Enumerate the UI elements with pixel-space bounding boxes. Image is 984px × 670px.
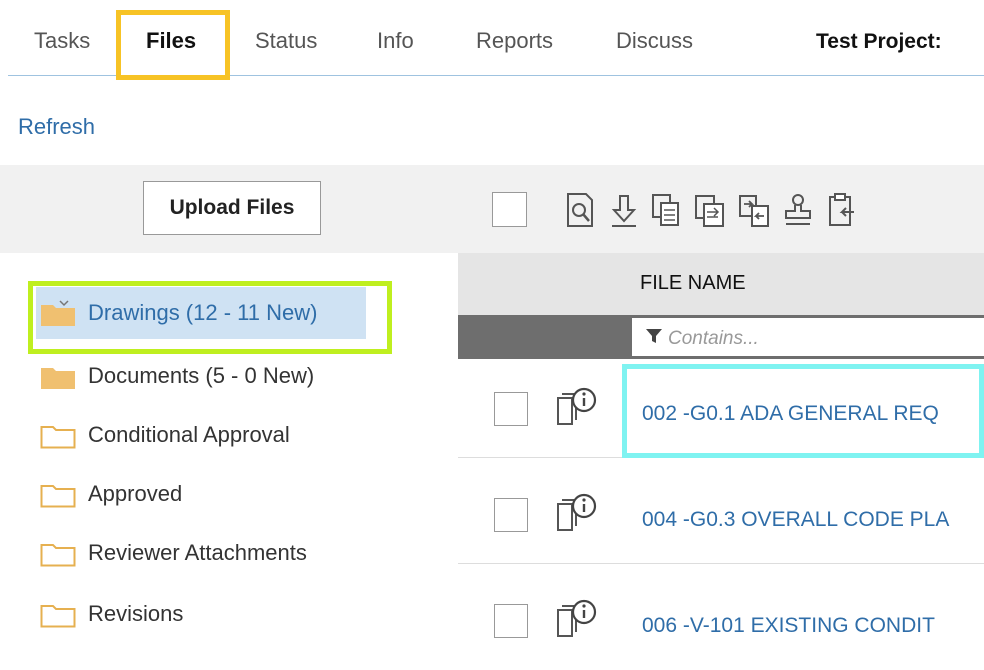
folder-label: Revisions [88,601,184,626]
highlight-files-tab [116,10,230,80]
folder-documents[interactable]: Documents (5 - 0 New) [40,356,314,396]
file-info-icon[interactable] [554,386,598,426]
table-row[interactable]: 006 -V-101 EXISTING CONDIT [458,572,984,670]
folder-conditional-approval[interactable]: Conditional Approval [40,415,290,455]
project-title: Test Project: [816,30,942,53]
highlight-first-file [622,364,984,458]
clipboard-icon[interactable] [824,190,860,230]
tab-bar: Tasks Files Status Info Reports Discuss … [0,0,984,80]
search-document-icon[interactable] [562,190,598,230]
row-checkbox[interactable] [494,498,528,532]
tab-status[interactable]: Status [255,28,317,54]
copy-icon[interactable] [648,190,684,230]
paste-icon[interactable] [692,190,728,230]
folder-label: Reviewer Attachments [88,540,307,565]
tab-info[interactable]: Info [377,28,414,54]
folder-approved[interactable]: Approved [40,474,182,514]
file-info-icon[interactable] [554,598,598,638]
folder-reviewer-attachments[interactable]: Reviewer Attachments [40,533,307,573]
filter-icon[interactable] [646,328,662,344]
folder-outline-icon [40,605,76,628]
row-checkbox[interactable] [494,604,528,638]
tab-discuss[interactable]: Discuss [616,28,693,54]
highlight-drawings-folder [28,281,392,354]
file-name-link[interactable]: 006 -V-101 EXISTING CONDIT [642,614,984,638]
folder-label: Documents (5 - 0 New) [88,363,315,388]
select-all-checkbox[interactable] [492,192,527,227]
folder-outline-icon [40,426,76,449]
tab-reports[interactable]: Reports [476,28,553,54]
compare-icon[interactable] [736,190,772,230]
folder-label: Conditional Approval [88,422,290,447]
folder-label: Approved [88,481,183,506]
folder-revisions[interactable]: Revisions [40,594,183,634]
table-row[interactable]: 004 -G0.3 OVERALL CODE PLA [458,466,984,564]
file-info-icon[interactable] [554,492,598,532]
row-checkbox[interactable] [494,392,528,426]
download-icon[interactable] [606,190,642,230]
upload-files-button[interactable]: Upload Files [143,181,321,235]
folder-outline-icon [40,544,76,567]
file-name-link[interactable]: 004 -G0.3 OVERALL CODE PLA [642,508,984,532]
stamp-icon[interactable] [780,190,816,230]
folder-outline-icon [40,485,76,508]
tab-tasks[interactable]: Tasks [34,28,90,54]
filter-placeholder: Contains... [668,328,759,349]
refresh-link[interactable]: Refresh [18,114,95,140]
file-name-column-header[interactable]: FILE NAME [640,272,746,295]
folder-filled-icon [41,368,75,389]
